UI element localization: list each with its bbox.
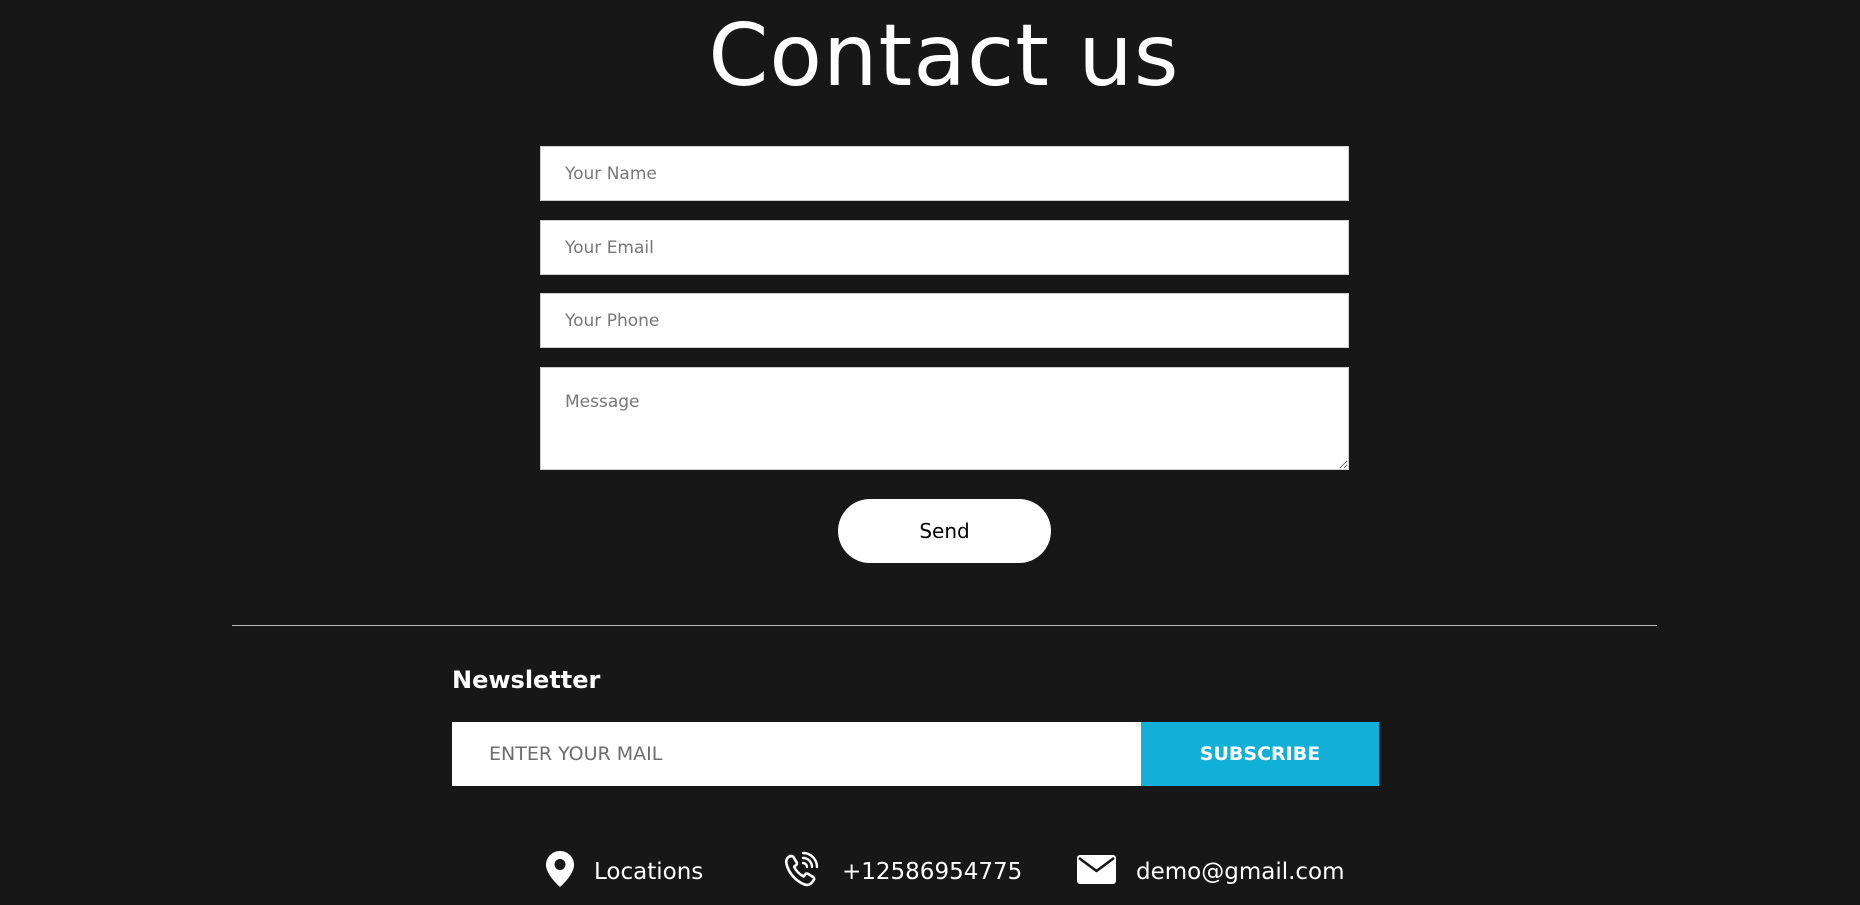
footer-phone-link[interactable]: +12586954775 (782, 850, 1022, 894)
newsletter-email-input[interactable] (452, 722, 1141, 786)
newsletter-heading: Newsletter (452, 666, 601, 694)
send-button[interactable]: Send (838, 499, 1051, 563)
page: Contact us Send Newsletter SUBSCRIBE Loc… (0, 0, 1860, 905)
footer-email-link[interactable]: demo@gmail.com (1077, 850, 1345, 894)
phone-input[interactable] (540, 293, 1349, 348)
name-input[interactable] (540, 146, 1349, 201)
location-pin-icon (546, 851, 574, 893)
footer-location-label: Locations (594, 859, 704, 885)
message-textarea[interactable] (540, 367, 1349, 470)
envelope-icon (1077, 854, 1116, 890)
phone-icon (782, 850, 822, 894)
footer-phone-label: +12586954775 (842, 859, 1023, 885)
page-title: Contact us (708, 6, 1180, 106)
divider (232, 625, 1657, 626)
email-input[interactable] (540, 220, 1349, 275)
subscribe-button[interactable]: SUBSCRIBE (1141, 722, 1379, 786)
footer-location-link[interactable]: Locations (546, 850, 703, 894)
footer-email-label: demo@gmail.com (1136, 859, 1345, 885)
